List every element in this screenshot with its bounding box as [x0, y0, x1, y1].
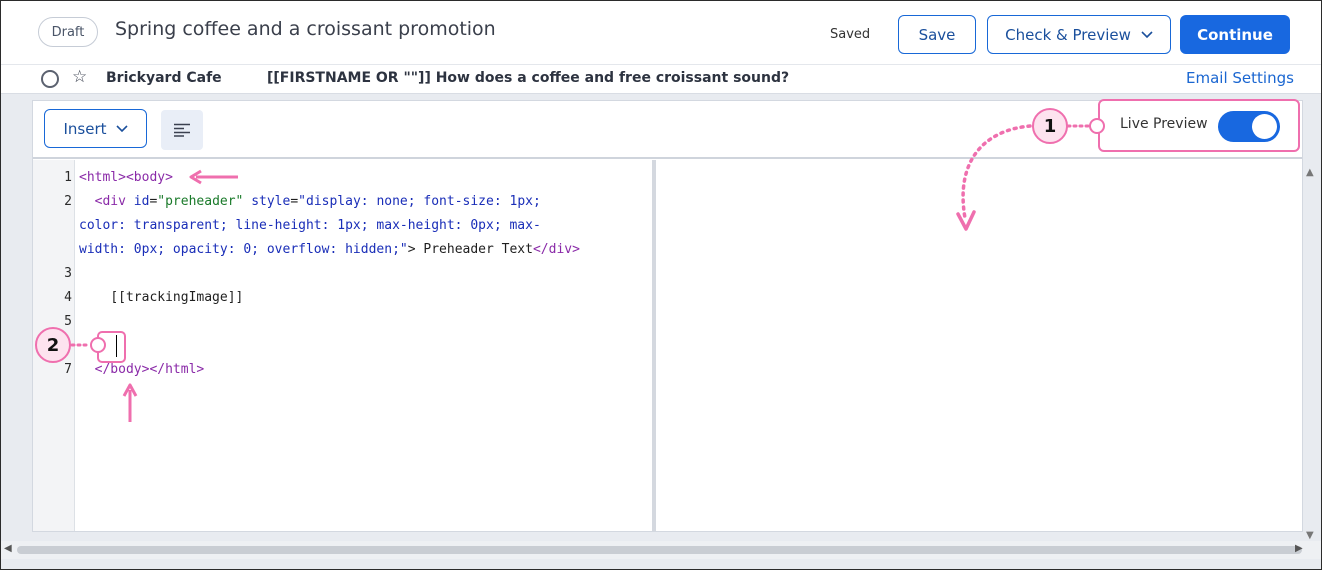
callout-1-badge: 1: [1032, 108, 1068, 144]
callout-2-dot: [90, 337, 106, 353]
callout-2-badge: 2: [35, 327, 71, 363]
callout-1-dot: [1089, 118, 1105, 134]
annotation-overlay: [70, 124, 1092, 422]
